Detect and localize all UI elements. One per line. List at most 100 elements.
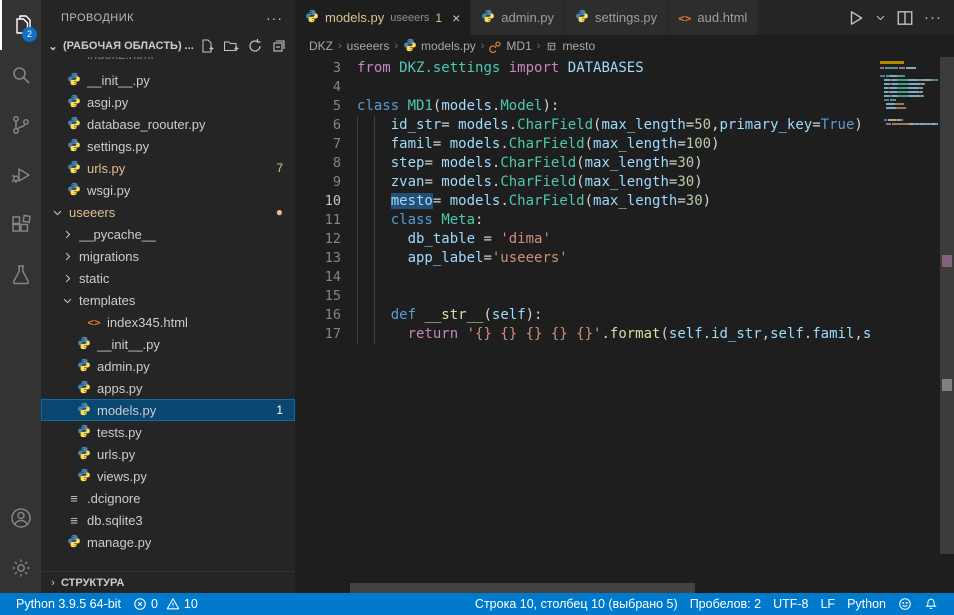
code-line-17[interactable]: 17 return '{} {} {} {} {}'.format(self.i… (295, 325, 876, 344)
account-icon[interactable] (0, 493, 41, 543)
tree-item-index2.html[interactable]: <>index2.html (41, 57, 295, 69)
code-line-6[interactable]: 6 id_str= models.CharField(max_length=50… (295, 116, 876, 135)
vertical-scrollbar[interactable] (940, 57, 954, 583)
breadcrumb-item-mesto[interactable]: mesto (545, 39, 595, 53)
code-line-11[interactable]: 11 class Meta: (295, 211, 876, 230)
chevron-down-icon: ⌄ (45, 40, 61, 53)
tree-item-index345.html[interactable]: <>index345.html (41, 311, 295, 333)
run-debug-icon[interactable] (0, 150, 41, 200)
source-control-icon[interactable] (0, 100, 41, 150)
collapse-all-icon[interactable] (271, 38, 287, 54)
tree-item-db.sqlite3[interactable]: ≡db.sqlite3 (41, 509, 295, 531)
tree-item-.dcignore[interactable]: ≡.dcignore (41, 487, 295, 509)
tree-item-tests.py[interactable]: tests.py (41, 421, 295, 443)
breadcrumb-item-MD1[interactable]: MD1 (489, 39, 531, 53)
code-line-13[interactable]: 13 app_label='useeers' (295, 249, 876, 268)
python-icon (77, 446, 91, 463)
python-icon (77, 380, 91, 397)
tree-item-urls.py[interactable]: urls.py (41, 443, 295, 465)
error-icon (133, 597, 147, 611)
run-dropdown-chevron-icon[interactable] (875, 12, 886, 23)
code-line-7[interactable]: 7 famil= models.CharField(max_length=100… (295, 135, 876, 154)
cursor-position-status[interactable]: Строка 10, столбец 10 (выбрано 5) (469, 593, 684, 615)
encoding-status[interactable]: UTF-8 (767, 593, 814, 615)
line-number: 9 (295, 173, 341, 192)
outline-section-header[interactable]: › СТРУКТУРА (41, 571, 295, 593)
tree-item-migrations[interactable]: migrations (41, 245, 295, 267)
tree-item-label: index345.html (107, 315, 188, 330)
tab-aud.html[interactable]: <>aud.html (668, 0, 758, 35)
breadcrumb-item-models.py[interactable]: models.py (403, 38, 476, 55)
code-line-15[interactable]: 15 (295, 287, 876, 306)
workspace-section-header[interactable]: ⌄ (РАБОЧАЯ ОБЛАСТЬ) ... (41, 35, 295, 57)
tree-item-views.py[interactable]: views.py (41, 465, 295, 487)
tree-item-__init__.py[interactable]: __init__.py (41, 69, 295, 91)
close-icon[interactable]: × (452, 11, 460, 25)
code-editor[interactable]: 3from DKZ.settings import DATABASES45cla… (295, 57, 954, 593)
code-line-16[interactable]: 16 def __str__(self): (295, 306, 876, 325)
new-folder-icon[interactable] (223, 38, 239, 54)
code-line-10[interactable]: 10 mesto= models.CharField(max_length=30… (295, 192, 876, 211)
tab-admin.py[interactable]: admin.py (471, 0, 565, 35)
tree-item-__init__.py[interactable]: __init__.py (41, 333, 295, 355)
tree-item-label: static (79, 271, 109, 286)
line-number: 14 (295, 268, 341, 287)
eol-status[interactable]: LF (814, 593, 841, 615)
python-icon (77, 402, 91, 419)
code-line-9[interactable]: 9 zvan= models.CharField(max_length=30) (295, 173, 876, 192)
tab-settings.py[interactable]: settings.py (565, 0, 668, 35)
feedback-icon[interactable] (892, 593, 918, 615)
tree-item-useeers[interactable]: useeers● (41, 201, 295, 223)
settings-gear-icon[interactable] (0, 543, 41, 593)
code-line-12[interactable]: 12 db_table = 'dima' (295, 230, 876, 249)
breadcrumb-item-useeers[interactable]: useeers (347, 39, 390, 53)
python-icon (67, 116, 81, 133)
code-line-14[interactable]: 14 (295, 268, 876, 287)
minimap[interactable] (876, 57, 940, 593)
tree-item-templates[interactable]: templates (41, 289, 295, 311)
python-icon (481, 11, 495, 26)
horizontal-scrollbar-thumb[interactable] (350, 583, 695, 593)
language-mode-status[interactable]: Python (841, 593, 892, 615)
tree-item-database_roouter.py[interactable]: database_roouter.py (41, 113, 295, 135)
problems-status[interactable]: 0 10 (127, 593, 204, 615)
line-number: 17 (295, 325, 341, 344)
tree-item-admin.py[interactable]: admin.py (41, 355, 295, 377)
extensions-icon[interactable] (0, 200, 41, 250)
breadcrumb-item-DKZ[interactable]: DKZ (309, 39, 333, 53)
run-file-icon[interactable] (847, 9, 865, 27)
indentation-status[interactable]: Пробелов: 2 (684, 593, 767, 615)
code-line-8[interactable]: 8 step= models.CharField(max_length=30) (295, 154, 876, 173)
explorer-icon[interactable]: 2 (0, 0, 41, 50)
refresh-icon[interactable] (247, 38, 263, 54)
tab-models.py[interactable]: models.pyuseeers1× (295, 0, 471, 35)
code-line-4[interactable]: 4 (295, 78, 876, 97)
notifications-bell-icon[interactable] (918, 593, 944, 615)
testing-icon[interactable] (0, 250, 41, 300)
python-icon (67, 160, 81, 177)
tree-item-asgi.py[interactable]: asgi.py (41, 91, 295, 113)
tree-item-apps.py[interactable]: apps.py (41, 377, 295, 399)
code-area[interactable]: 3from DKZ.settings import DATABASES45cla… (295, 59, 876, 344)
python-interpreter-status[interactable]: Python 3.9.5 64-bit (10, 593, 127, 615)
editor-more-actions-icon[interactable]: ··· (924, 9, 942, 26)
tree-item-label: urls.py (97, 447, 135, 462)
code-line-5[interactable]: 5class MD1(models.Model): (295, 97, 876, 116)
tree-item-urls.py[interactable]: urls.py7 (41, 157, 295, 179)
code-line-3[interactable]: 3from DKZ.settings import DATABASES (295, 59, 876, 78)
new-file-icon[interactable] (199, 38, 215, 54)
tree-item-wsgi.py[interactable]: wsgi.py (41, 179, 295, 201)
tree-item-static[interactable]: static (41, 267, 295, 289)
tree-item-badge: ● (276, 205, 283, 219)
python-icon (77, 468, 91, 485)
horizontal-scrollbar[interactable] (295, 583, 876, 593)
search-icon[interactable] (0, 50, 41, 100)
tree-item-settings.py[interactable]: settings.py (41, 135, 295, 157)
error-count: 0 (151, 597, 158, 611)
split-editor-icon[interactable] (896, 9, 914, 27)
python-icon (575, 11, 589, 26)
sidebar-more-icon[interactable]: ··· (266, 10, 283, 26)
tree-item-manage.py[interactable]: manage.py (41, 531, 295, 553)
tree-item-models.py[interactable]: models.py1 (41, 399, 295, 421)
tree-item-__pycache__[interactable]: __pycache__ (41, 223, 295, 245)
